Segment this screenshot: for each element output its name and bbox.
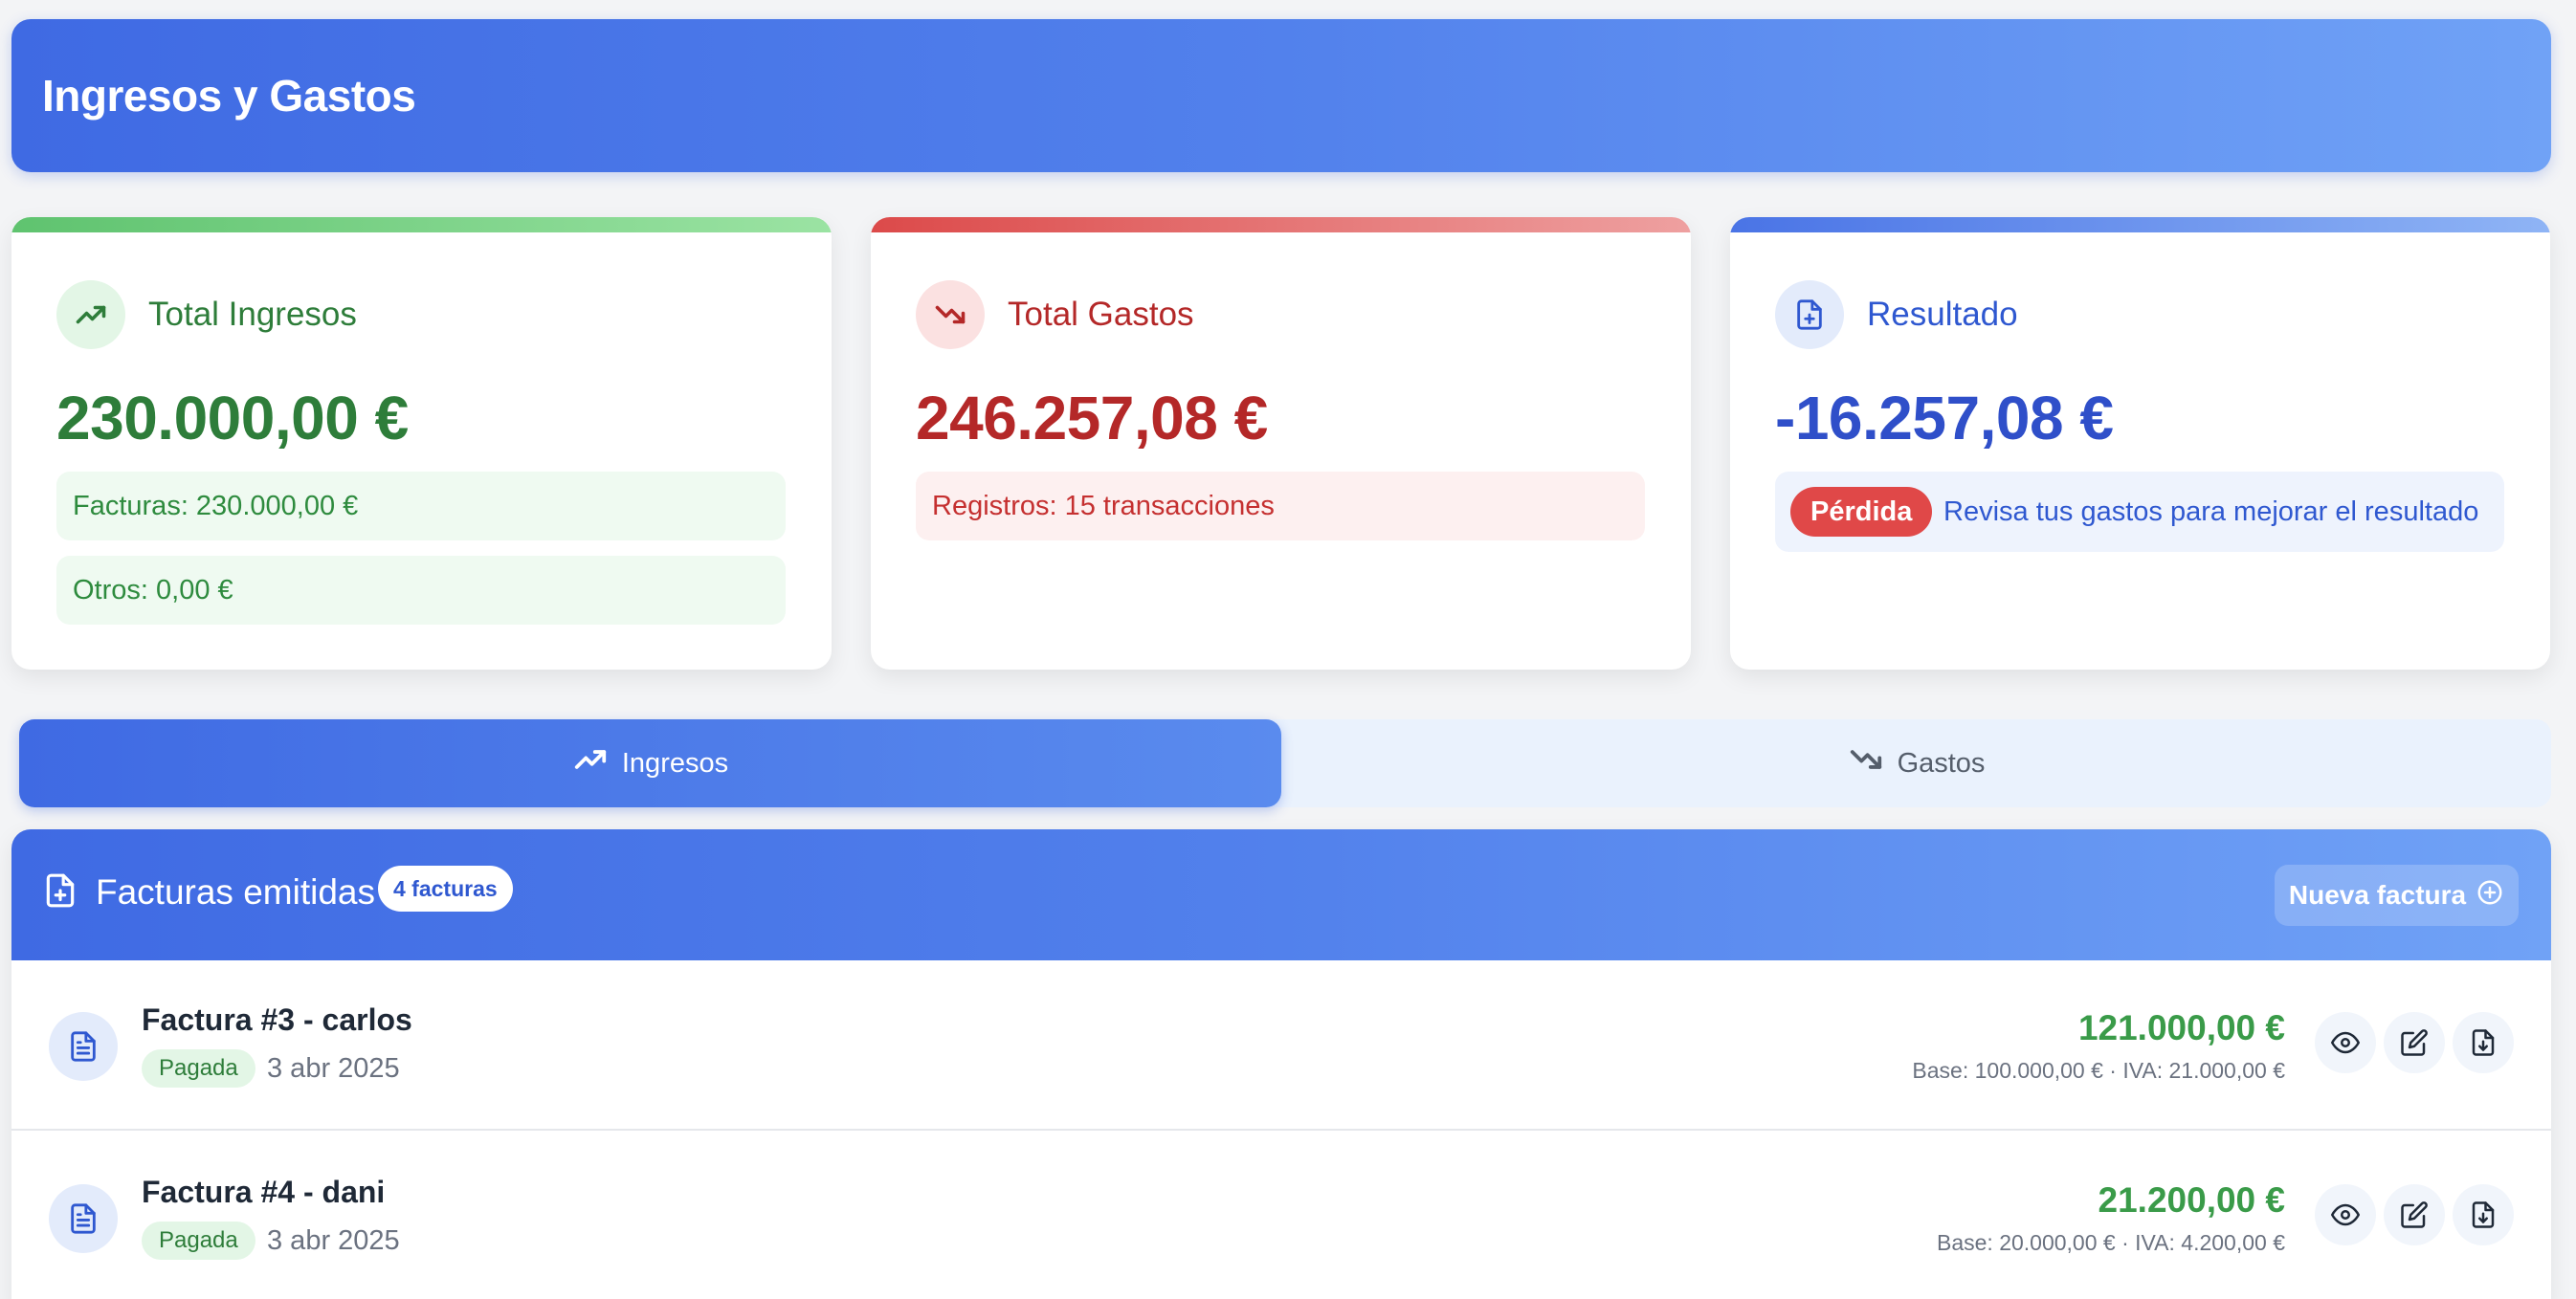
document-icon xyxy=(49,1012,118,1081)
result-title: Resultado xyxy=(1867,296,2018,333)
income-card-accent-bar xyxy=(11,217,832,232)
income-invoices: Facturas: 230.000,00 € xyxy=(56,472,786,540)
invoice-date: 3 abr 2025 xyxy=(267,1053,400,1084)
new-invoice-button[interactable]: Nueva factura xyxy=(2275,865,2519,926)
eye-icon xyxy=(2331,1031,2360,1054)
edit-invoice-button[interactable] xyxy=(2384,1184,2445,1245)
result-note: Pérdida Revisa tus gastos para mejorar e… xyxy=(1775,472,2504,552)
invoice-list-header: Facturas emitidas 4 facturas Nueva factu… xyxy=(11,829,2551,960)
file-download-icon xyxy=(2472,1029,2495,1056)
invoice-title: Factura #4 - dani xyxy=(142,1175,386,1209)
view-invoice-button[interactable] xyxy=(2315,1184,2376,1245)
invoice-count-badge: 4 facturas xyxy=(378,866,513,912)
income-amount: 230.000,00 € xyxy=(56,384,409,452)
file-download-icon xyxy=(2472,1201,2495,1228)
trending-up-icon xyxy=(572,741,609,785)
expense-card-accent-bar xyxy=(871,217,1691,232)
invoice-amount: 121.000,00 € xyxy=(2077,1008,2285,1047)
file-plus-icon xyxy=(42,870,78,916)
invoice-date: 3 abr 2025 xyxy=(267,1225,400,1256)
trending-up-icon xyxy=(56,280,125,349)
expense-records: Registros: 15 transacciones xyxy=(916,472,1645,540)
tab-ingresos-label: Ingresos xyxy=(621,747,729,779)
trending-down-icon xyxy=(916,280,985,349)
invoice-title: Factura #3 - carlos xyxy=(142,1002,412,1037)
loss-badge: Pérdida xyxy=(1790,487,1933,537)
invoice-amount: 21.200,00 € xyxy=(2098,1180,2285,1220)
invoice-base-iva: Base: 100.000,00 € · IVA: 21.000,00 € xyxy=(1912,1058,2285,1083)
invoice-list-title: Facturas emitidas xyxy=(96,872,375,912)
income-card: Total Ingresos 230.000,00 € Facturas: 23… xyxy=(11,217,832,670)
income-others: Otros: 0,00 € xyxy=(56,556,786,625)
income-title: Total Ingresos xyxy=(148,296,357,333)
edit-invoice-button[interactable] xyxy=(2384,1012,2445,1073)
edit-icon xyxy=(2401,1029,2428,1056)
document-icon xyxy=(49,1184,118,1253)
result-amount: -16.257,08 € xyxy=(1775,384,2114,452)
new-invoice-label: Nueva factura xyxy=(2288,880,2467,910)
status-badge: Pagada xyxy=(142,1222,255,1260)
trending-down-icon xyxy=(1848,741,1884,785)
page-title: Ingresos y Gastos xyxy=(42,71,416,121)
invoice-list-panel: Facturas emitidas 4 facturas Nueva factu… xyxy=(11,829,2551,1299)
expense-title: Total Gastos xyxy=(1008,296,1194,333)
tab-gastos-label: Gastos xyxy=(1897,747,1986,779)
file-plus-icon xyxy=(1775,280,1844,349)
expense-amount: 246.257,08 € xyxy=(916,384,1268,452)
invoice-row[interactable]: Factura #4 - dani Pagada 3 abr 2025 21.2… xyxy=(11,1133,2551,1299)
download-invoice-button[interactable] xyxy=(2453,1012,2514,1073)
status-badge: Pagada xyxy=(142,1049,255,1088)
result-card-accent-bar xyxy=(1730,217,2550,232)
tab-ingresos[interactable]: Ingresos xyxy=(19,719,1281,807)
result-message: Revisa tus gastos para mejorar el result… xyxy=(1943,496,2479,527)
tab-bar: Ingresos Gastos xyxy=(19,719,2551,807)
page-header: Ingresos y Gastos xyxy=(11,19,2551,172)
view-invoice-button[interactable] xyxy=(2315,1012,2376,1073)
eye-icon xyxy=(2331,1203,2360,1226)
expense-card: Total Gastos 246.257,08 € Registros: 15 … xyxy=(871,217,1691,670)
invoice-base-iva: Base: 20.000,00 € · IVA: 4.200,00 € xyxy=(1936,1230,2285,1255)
edit-icon xyxy=(2401,1201,2428,1228)
invoice-row[interactable]: Factura #3 - carlos Pagada 3 abr 2025 12… xyxy=(11,960,2551,1131)
download-invoice-button[interactable] xyxy=(2453,1184,2514,1245)
tab-gastos[interactable]: Gastos xyxy=(1281,719,2551,807)
plus-circle-icon xyxy=(2476,878,2504,914)
result-card: Resultado -16.257,08 € Pérdida Revisa tu… xyxy=(1730,217,2550,670)
